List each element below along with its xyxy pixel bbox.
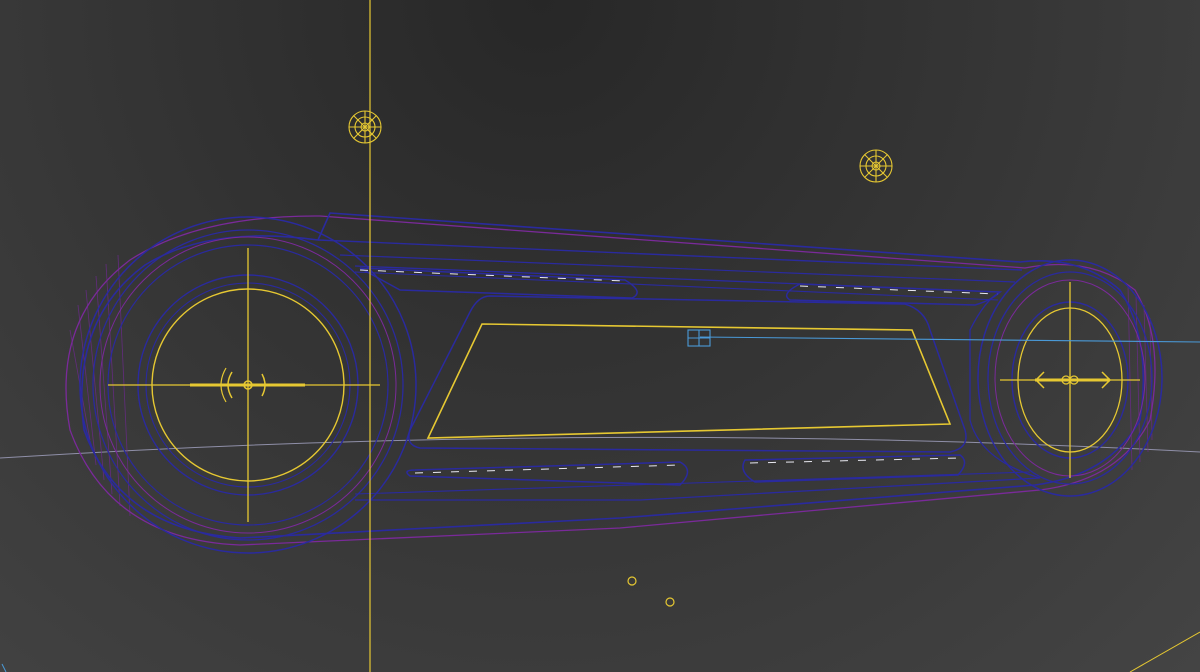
frame-outline-2 [354,271,999,301]
3d-viewport[interactable] [0,0,1200,672]
corner-line [1129,631,1200,672]
guard-outer-blue [81,212,1145,539]
point-helper[interactable] [665,597,675,607]
point-helper[interactable] [627,576,637,586]
cutout-slots [359,267,1002,486]
corner-tick [1,663,7,672]
horizon-line [0,436,1200,459]
slot-highlights [359,269,999,474]
geosphere-helper-1[interactable] [348,110,382,144]
frame-outline-1 [354,265,1041,501]
selected-panel[interactable] [426,323,952,439]
guard-top-rail-2 [339,254,1016,283]
pivot-marker[interactable] [687,329,711,347]
axis-line [699,336,1200,343]
geosphere-helper-2[interactable] [859,149,893,183]
